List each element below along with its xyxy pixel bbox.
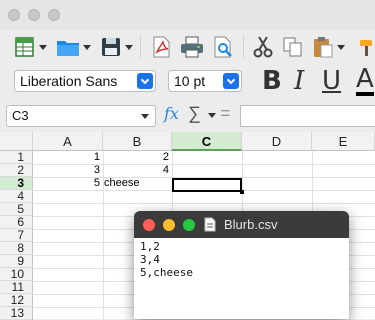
minimize-window-button[interactable]	[28, 9, 40, 21]
row-header-13[interactable]: 13	[0, 307, 33, 320]
cell-a1[interactable]: 1	[33, 151, 100, 164]
cell-a3[interactable]: 5	[33, 177, 100, 190]
blurb-csv-window: Blurb.csv 1,2 3,4 5,cheese	[134, 211, 349, 319]
chevron-down-icon	[140, 75, 150, 84]
paintbrush-icon	[360, 40, 372, 56]
blurb-title-bar[interactable]: Blurb.csv	[134, 211, 349, 238]
paste-button[interactable]	[312, 34, 345, 60]
font-size-combo[interactable]: 10 pt	[168, 70, 242, 92]
minimize-window-button[interactable]	[163, 219, 175, 231]
font-color-button[interactable]: A	[356, 66, 374, 96]
pdf-icon	[153, 36, 170, 58]
cell-b3[interactable]: cheese	[104, 177, 170, 190]
column-header-b[interactable]: B	[103, 132, 172, 151]
save-button[interactable]	[100, 34, 133, 60]
close-window-button[interactable]	[8, 9, 20, 21]
copy-button[interactable]	[282, 34, 304, 60]
formula-bar: C3 fx ∑ =	[0, 100, 375, 130]
zoom-window-button[interactable]	[48, 9, 60, 21]
chevron-down-icon[interactable]	[208, 113, 216, 118]
formula-input[interactable]	[240, 105, 375, 127]
scissors-icon	[253, 36, 273, 58]
export-pdf-button[interactable]	[150, 34, 172, 60]
select-all-corner[interactable]	[0, 132, 33, 151]
text-line: 3,4	[140, 253, 160, 266]
calc-title-bar	[0, 0, 375, 30]
blurb-text-area[interactable]: 1,2 3,4 5,cheese	[134, 238, 349, 319]
folder-icon	[57, 41, 79, 56]
function-wizard-button[interactable]: fx	[164, 104, 179, 123]
new-spreadsheet-button[interactable]	[14, 34, 47, 60]
column-header-a[interactable]: A	[33, 132, 103, 151]
text-line: 1,2	[140, 240, 160, 253]
document-icon	[204, 217, 216, 232]
gridline	[33, 203, 375, 204]
formula-equals-button[interactable]: =	[220, 103, 231, 124]
text-line: 5,cheese	[140, 266, 193, 279]
cell-a2[interactable]: 3	[33, 164, 100, 177]
column-header-d[interactable]: D	[242, 132, 312, 151]
print-preview-icon	[214, 36, 232, 58]
cell-b1[interactable]: 2	[103, 151, 169, 164]
underline-button[interactable]: U	[322, 66, 341, 96]
zoom-window-button[interactable]	[183, 219, 195, 231]
chevron-down-icon	[226, 75, 236, 84]
chevron-down-icon[interactable]	[39, 44, 47, 50]
print-preview-button[interactable]	[212, 34, 234, 60]
copy-icon	[283, 37, 302, 57]
font-name-dropdown-button[interactable]	[137, 73, 153, 89]
chevron-down-icon[interactable]	[141, 114, 149, 119]
chevron-down-icon[interactable]	[125, 44, 133, 50]
font-size-dropdown-button[interactable]	[223, 73, 239, 89]
clone-formatting-button[interactable]	[356, 34, 375, 60]
autofill-handle[interactable]	[240, 190, 244, 194]
font-name-combo[interactable]: Liberation Sans	[14, 70, 156, 92]
print-button[interactable]	[180, 34, 204, 60]
bold-button[interactable]: B	[262, 66, 282, 96]
printer-icon	[181, 36, 203, 58]
chevron-down-icon[interactable]	[337, 44, 345, 50]
font-size-value: 10 pt	[174, 73, 206, 89]
clipboard-icon	[314, 37, 333, 58]
name-box[interactable]: C3	[6, 105, 156, 127]
blurb-window-title: Blurb.csv	[224, 217, 278, 232]
floppy-disk-icon	[102, 38, 120, 56]
column-header-c[interactable]: C	[172, 132, 242, 151]
formatting-toolbar: Liberation Sans 10 pt B I U A	[0, 64, 375, 98]
cell-b2[interactable]: 4	[103, 164, 169, 177]
close-window-button[interactable]	[143, 219, 155, 231]
column-header-e[interactable]: E	[312, 132, 375, 151]
selected-cell-c3[interactable]	[172, 178, 242, 192]
name-box-value: C3	[12, 108, 29, 123]
italic-button[interactable]: I	[294, 66, 304, 96]
open-button[interactable]	[56, 34, 91, 60]
sum-button[interactable]: ∑	[188, 103, 201, 124]
standard-toolbar	[0, 30, 375, 64]
chevron-down-icon[interactable]	[83, 44, 91, 50]
toolbar-separator	[243, 36, 244, 58]
cut-button[interactable]	[252, 34, 274, 60]
toolbar-separator	[140, 36, 141, 58]
spreadsheet-new-icon	[15, 37, 34, 57]
font-name-value: Liberation Sans	[20, 73, 118, 89]
